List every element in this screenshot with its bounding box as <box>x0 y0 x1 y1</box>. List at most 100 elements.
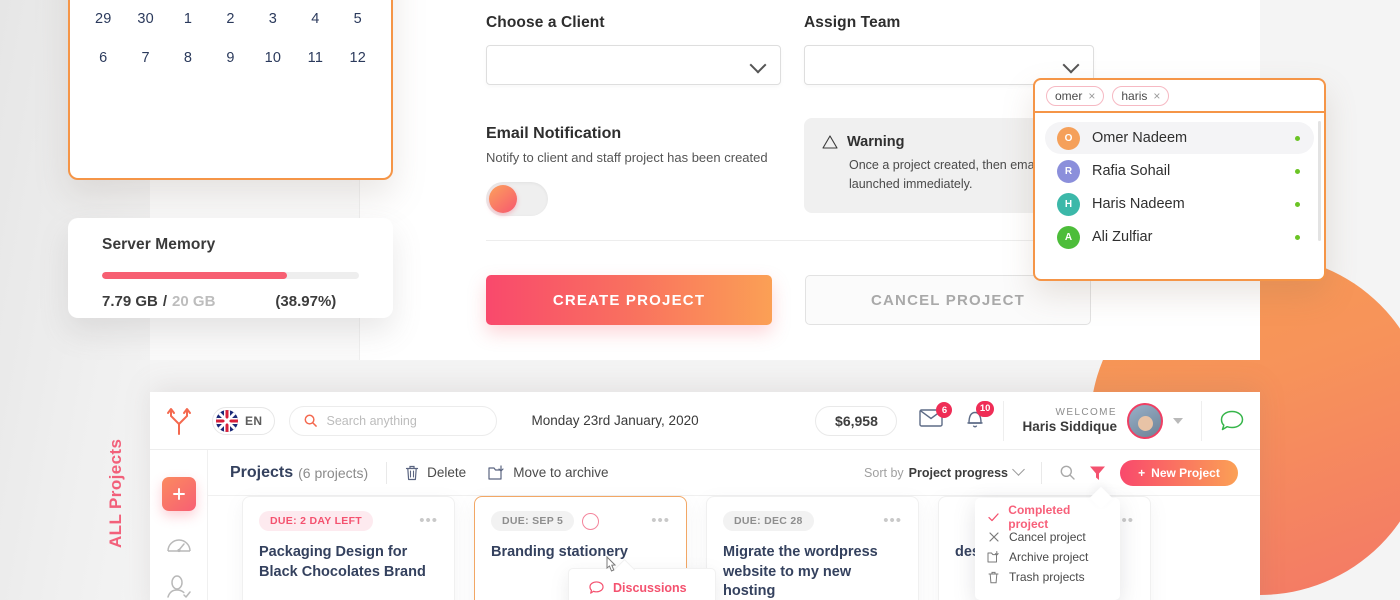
calendar-grid: 8910111213141516171819202122232425262728… <box>82 0 379 77</box>
add-project-sidebar-button[interactable] <box>162 477 196 511</box>
status-dot <box>1295 168 1300 174</box>
memory-used-value: 7.79 GB <box>102 293 158 310</box>
remove-tag-icon[interactable]: × <box>1153 90 1160 102</box>
chat-bubble-icon[interactable] <box>1220 410 1244 432</box>
progress-circle-icon[interactable] <box>582 512 600 530</box>
notifications-badge: 10 <box>975 400 995 417</box>
projects-count: (6 projects) <box>298 464 369 481</box>
team-tag[interactable]: haris × <box>1112 85 1170 106</box>
new-project-button[interactable]: + New Project <box>1120 459 1238 486</box>
sidebar-item-users[interactable] <box>164 572 194 600</box>
avatar[interactable] <box>1127 402 1163 439</box>
discussions-tooltip[interactable]: Discussions <box>568 568 716 600</box>
server-memory-progress-fill <box>102 272 288 279</box>
header-divider <box>1003 400 1005 441</box>
email-notification-subtitle: Notify to client and staff project has b… <box>486 150 768 165</box>
search-input[interactable]: Search anything <box>289 405 498 436</box>
card-options-button[interactable]: ••• <box>419 513 438 528</box>
discussions-label: Discussions <box>613 581 687 595</box>
remove-tag-icon[interactable]: × <box>1088 90 1095 102</box>
projects-toolbar: Projects (6 projects) Delete Move to arc… <box>150 450 1260 496</box>
due-badge: DUE: SEP 5 <box>491 511 575 531</box>
user-name: Haris Siddique <box>1022 419 1117 434</box>
due-badge: DUE: DEC 28 <box>723 511 814 531</box>
dropdown-scrollbar[interactable] <box>1318 121 1321 241</box>
calendar-day[interactable]: 4 <box>294 0 336 38</box>
calendar-day[interactable]: 29 <box>82 0 124 38</box>
sidebar-item-dashboard[interactable] <box>164 530 194 560</box>
user-menu[interactable]: WELCOME Haris Siddique <box>1022 402 1183 439</box>
email-notification-toggle[interactable] <box>486 182 548 216</box>
calendar-day[interactable]: 8 <box>167 38 209 77</box>
card-header: DUE: 2 DAY LEFT ••• <box>259 511 438 531</box>
filter-menu-item[interactable]: Trash projects <box>975 567 1120 587</box>
user-check-icon <box>167 575 191 598</box>
notifications-button[interactable]: 10 <box>965 400 995 434</box>
team-tag[interactable]: omer × <box>1046 85 1105 106</box>
project-card[interactable]: DUE: 2 DAY LEFT ••• Packaging Design for B… <box>242 496 455 600</box>
project-card[interactable]: DUE: DEC 28 ••• Migrate the wordpress webs… <box>706 496 919 600</box>
avatar: A <box>1057 225 1080 249</box>
filter-dropdown-menu[interactable]: Completed project Cancel project Archive p… <box>975 498 1120 600</box>
calendar-day[interactable]: 10 <box>252 38 294 77</box>
calendar-card[interactable]: 8910111213141516171819202122232425262728… <box>68 0 393 180</box>
team-tag-label: haris <box>1121 88 1148 103</box>
toggle-knob <box>489 185 517 213</box>
messages-button[interactable]: 6 <box>919 402 953 432</box>
calendar-day[interactable]: 9 <box>209 38 251 77</box>
sort-value[interactable]: Project progress <box>909 466 1008 480</box>
team-member-list: O Omer Nadeem R Rafia Sohail H Haris Nadeem A A… <box>1035 113 1324 253</box>
team-member-item[interactable]: O Omer Nadeem <box>1045 122 1314 154</box>
calendar-day[interactable]: 1 <box>167 0 209 38</box>
card-title: Migrate the wordpress website to my new … <box>723 544 878 600</box>
team-member-item[interactable]: R Rafia Sohail <box>1045 155 1314 187</box>
client-select[interactable] <box>486 45 781 85</box>
team-member-name: Haris Nadeem <box>1092 196 1185 212</box>
language-selector[interactable]: EN <box>212 406 276 435</box>
filter-menu-item[interactable]: Completed project <box>975 503 1120 531</box>
move-to-archive-button[interactable]: Move to archive <box>488 464 609 481</box>
user-text: WELCOME Haris Siddique <box>1022 407 1117 434</box>
team-member-item[interactable]: A Ali Zulfiar <box>1045 221 1314 253</box>
calendar-day[interactable]: 3 <box>252 0 294 38</box>
calendar-day[interactable]: 2 <box>209 0 251 38</box>
assign-team-dropdown[interactable]: omer × haris × O Omer Nadeem R Rafia Sohail H Ha… <box>1033 78 1326 281</box>
merge-arrows-logo-icon <box>167 407 191 435</box>
card-header: DUE: SEP 5 ••• <box>491 511 670 531</box>
messages-badge: 6 <box>936 402 953 418</box>
search-icon[interactable] <box>1060 465 1075 480</box>
chevron-down-icon[interactable] <box>1012 463 1025 476</box>
status-dot <box>1295 201 1300 207</box>
calendar-day[interactable]: 11 <box>294 38 336 77</box>
card-options-button[interactable]: ••• <box>651 513 670 528</box>
search-icon <box>305 414 318 427</box>
projects-title: Projects <box>230 463 294 481</box>
calendar-day[interactable]: 7 <box>124 38 166 77</box>
filter-menu-item[interactable]: Cancel project <box>975 527 1120 547</box>
archive-label: Move to archive <box>513 465 609 480</box>
balance-amount[interactable]: $6,958 <box>815 405 898 436</box>
calendar-day[interactable]: 5 <box>337 0 379 38</box>
uk-flag-icon <box>216 409 238 432</box>
close-icon <box>987 532 1000 542</box>
calendar-day[interactable]: 12 <box>337 38 379 77</box>
speedometer-icon <box>167 539 191 553</box>
delete-button[interactable]: Delete <box>405 465 466 481</box>
archive-icon <box>488 464 504 480</box>
calendar-day[interactable]: 6 <box>82 38 124 77</box>
create-project-button[interactable]: CREATE PROJECT <box>486 275 772 325</box>
plus-icon <box>173 488 185 500</box>
card-options-button[interactable]: ••• <box>883 513 902 528</box>
app-logo[interactable] <box>150 407 208 435</box>
cancel-project-button[interactable]: CANCEL PROJECT <box>805 275 1091 325</box>
calendar-day[interactable]: 30 <box>124 0 166 38</box>
chevron-down-icon[interactable] <box>1173 417 1183 424</box>
team-tag-label: omer <box>1055 88 1083 103</box>
sort-prefix: Sort by <box>864 465 904 480</box>
filter-icon[interactable] <box>1089 465 1106 481</box>
team-member-item[interactable]: H Haris Nadeem <box>1045 188 1314 220</box>
new-project-label: New Project <box>1151 465 1220 480</box>
avatar: H <box>1057 192 1080 216</box>
memory-total-value: 20 GB <box>172 293 216 310</box>
filter-menu-item[interactable]: Archive project <box>975 547 1120 567</box>
